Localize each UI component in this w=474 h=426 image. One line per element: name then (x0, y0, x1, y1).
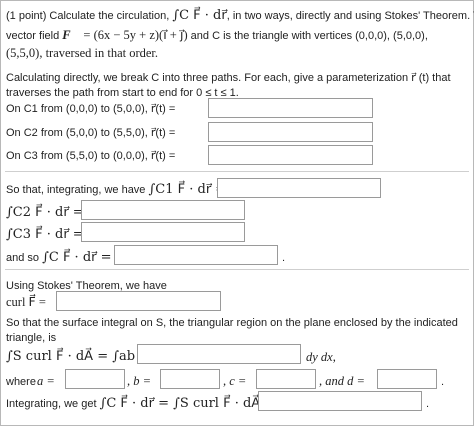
period: . (441, 376, 445, 388)
problem-line-2: vector field F⃗ = (6x − 5y + z)(i⃗ + j⃗)… (6, 28, 428, 42)
surface-line-2: triangle, is (6, 332, 57, 344)
a-label: a = (37, 374, 55, 388)
circulation-expr: ∫C F⃗ · dr⃗ (172, 8, 227, 23)
vf-expression: = (6x − 5y + z)(i⃗ + j⃗) (83, 28, 188, 42)
path-c2-label: On C2 from (5,0,0) to (5,5,0), r⃗(t) = (6, 127, 176, 139)
b-input[interactable] (160, 369, 220, 389)
final-input[interactable] (258, 391, 422, 411)
total-integral-expr: ∫C F⃗ · dr⃗ = (42, 250, 112, 265)
intro-text: Calculate the circulation, (49, 10, 170, 22)
c2-integral-expr: ∫C2 F⃗ · dr⃗ = (6, 205, 84, 220)
d-input[interactable] (377, 369, 437, 389)
dydx-label: dy dx, (306, 350, 336, 364)
c1-integral-expr: ∫C1 F⃗ · dr⃗ = (148, 182, 227, 197)
curl-input[interactable] (56, 291, 221, 311)
surface-line-1: So that the surface integral on S, the t… (6, 317, 458, 329)
period: . (426, 398, 430, 410)
direct-line-1: Calculating directly, we break C into th… (6, 72, 451, 84)
d-label: , and d = (319, 374, 365, 388)
problem-panel: (1 point) Calculate the circulation, ∫C … (0, 0, 474, 426)
c2-integral-input[interactable] (81, 200, 245, 220)
c1-integral-input[interactable] (217, 178, 381, 198)
final-expr: ∫C F⃗ · dr⃗ = ∫S curl F⃗ · dA⃗ = (99, 396, 276, 411)
vf-tail: and C is the triangle with vertices (0,0… (190, 30, 428, 42)
curl-expr: curl F⃗ = (6, 295, 46, 309)
divider (5, 269, 469, 270)
a-input[interactable] (65, 369, 125, 389)
problem-line-3: (5,5,0), traversed in that order. (6, 46, 159, 60)
integrating-label: So that, integrating, we have ∫C1 F⃗ · d… (6, 182, 227, 197)
c3-integral-expr: ∫C3 F⃗ · dr⃗ = (6, 227, 84, 242)
problem-line-1: (1 point) Calculate the circulation, ∫C … (6, 9, 474, 23)
path-c1-label: On C1 from (0,0,0) to (5,0,0), r⃗(t) = (6, 103, 176, 115)
c-label: , c = (223, 374, 247, 388)
period: . (282, 252, 286, 264)
direct-line-2: traverses the path from start to end for… (6, 87, 239, 99)
c3-integral-input[interactable] (81, 222, 245, 242)
where-label: where (6, 376, 36, 388)
intro-tail: , in two ways, directly and using Stokes… (226, 10, 474, 22)
andso-label: and so ∫C F⃗ · dr⃗ = (6, 250, 112, 265)
c1-param-input[interactable] (208, 98, 373, 118)
total-integral-input[interactable] (114, 245, 278, 265)
path-c3-label: On C3 from (5,5,0) to (0,0,0), r⃗(t) = (6, 150, 176, 162)
final-label: Integrating, we get ∫C F⃗ · dr⃗ = ∫S cur… (6, 396, 276, 411)
b-label: , b = (127, 374, 152, 388)
c3-param-input[interactable] (208, 145, 373, 165)
integrand-input[interactable] (137, 344, 301, 364)
vf-label: vector field (6, 30, 60, 42)
c2-param-input[interactable] (208, 122, 373, 142)
points-label: (1 point) (6, 10, 47, 22)
divider (5, 171, 469, 172)
c-input[interactable] (256, 369, 316, 389)
